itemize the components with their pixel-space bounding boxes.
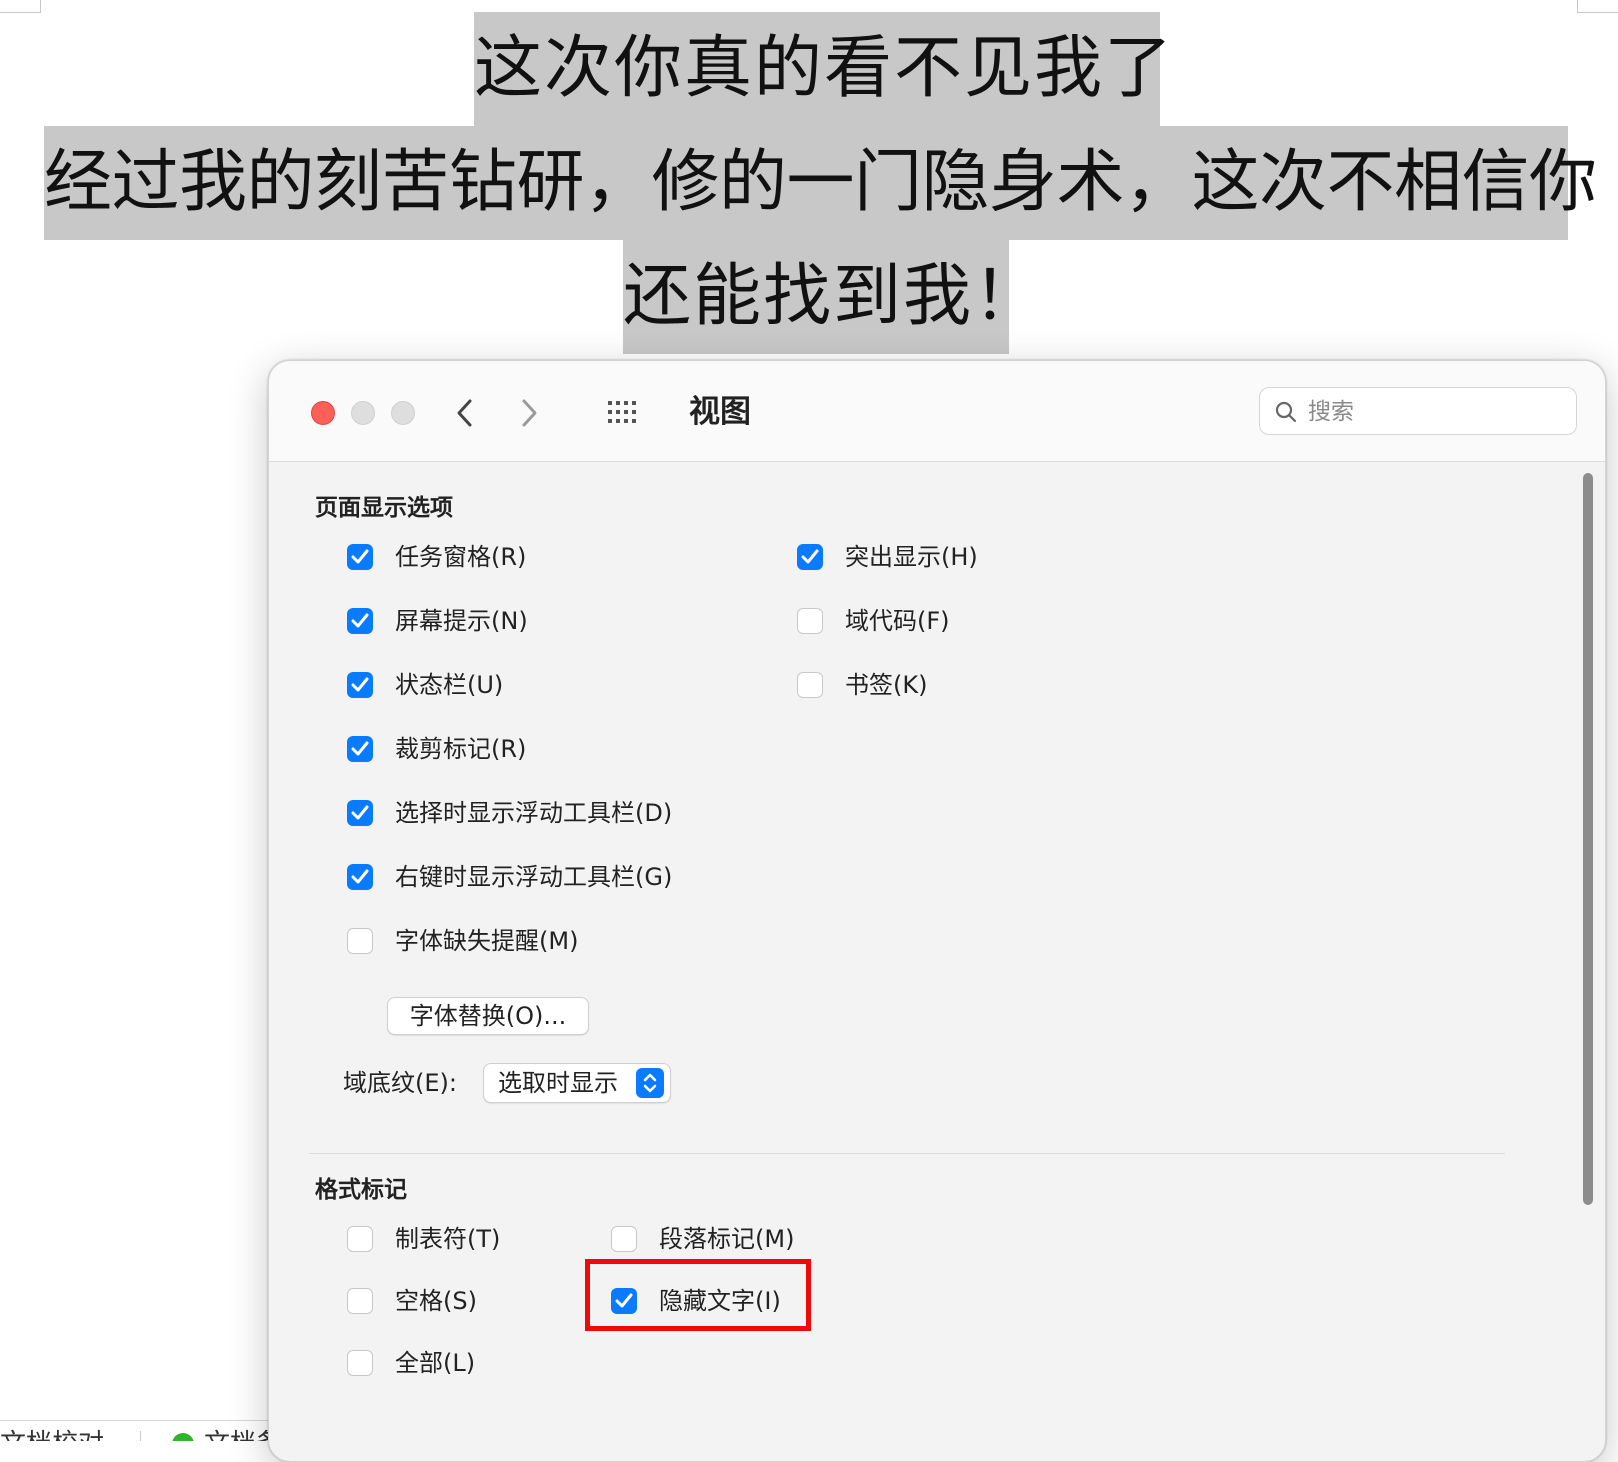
option-label: 裁剪标记(R)	[395, 735, 527, 763]
checkbox-unchecked[interactable]	[347, 928, 373, 954]
window-titlebar: 视图	[269, 361, 1605, 462]
document-text-line-2[interactable]: 经过我的刻苦钻研，修的一门隐身术，这次不相信你	[44, 126, 1597, 240]
checkbox-checked[interactable]	[347, 800, 373, 826]
grid-icon	[608, 401, 636, 423]
option-float-toolbar-on-select[interactable]: 选择时显示浮动工具栏(D)	[347, 797, 672, 829]
document-status-bar: 文档校对 文档备	[0, 1420, 300, 1441]
option-label: 空格(S)	[395, 1287, 477, 1315]
checkbox-unchecked[interactable]	[347, 1288, 373, 1314]
option-label: 书签(K)	[845, 671, 928, 699]
option-tab-characters[interactable]: 制表符(T)	[347, 1223, 500, 1255]
option-label: 右键时显示浮动工具栏(G)	[395, 863, 673, 891]
option-label: 突出显示(H)	[845, 543, 978, 571]
show-all-button[interactable]	[607, 399, 639, 425]
option-status-bar[interactable]: 状态栏(U)	[347, 669, 503, 701]
option-task-pane[interactable]: 任务窗格(R)	[347, 541, 526, 573]
vertical-scrollbar[interactable]	[1579, 469, 1597, 1457]
zoom-window-button[interactable]	[391, 401, 415, 425]
checkmark-icon	[351, 869, 369, 884]
option-paragraph-marks[interactable]: 段落标记(M)	[611, 1223, 794, 1255]
checkbox-unchecked[interactable]	[797, 608, 823, 634]
option-label: 全部(L)	[395, 1349, 476, 1377]
scrollbar-thumb[interactable]	[1583, 473, 1593, 1205]
option-spaces[interactable]: 空格(S)	[347, 1285, 477, 1317]
checkbox-checked[interactable]	[347, 672, 373, 698]
page-display-section-title: 页面显示选项	[315, 495, 453, 521]
field-shading-select[interactable]: 选取时显示	[483, 1063, 671, 1103]
search-input[interactable]	[1306, 394, 1560, 430]
option-screen-tips[interactable]: 屏幕提示(N)	[347, 605, 528, 637]
option-label: 任务窗格(R)	[395, 543, 527, 571]
updown-chevron-icon	[636, 1068, 664, 1098]
checkbox-unchecked[interactable]	[797, 672, 823, 698]
option-label: 制表符(T)	[395, 1225, 501, 1253]
font-replace-button[interactable]: 字体替换(O)...	[387, 997, 589, 1035]
checkbox-checked[interactable]	[347, 608, 373, 634]
checkmark-icon	[801, 549, 819, 564]
checkbox-unchecked[interactable]	[347, 1350, 373, 1376]
option-label: 状态栏(U)	[395, 671, 504, 699]
checkmark-icon	[351, 677, 369, 692]
option-missing-font-alert[interactable]: 字体缺失提醒(M)	[347, 925, 578, 957]
option-crop-marks[interactable]: 裁剪标记(R)	[347, 733, 526, 765]
option-label: 屏幕提示(N)	[395, 607, 528, 635]
option-highlight[interactable]: 突出显示(H)	[797, 541, 978, 573]
checkbox-checked[interactable]	[347, 864, 373, 890]
page-corner-mark-left	[0, 0, 41, 13]
option-float-toolbar-on-right-click[interactable]: 右键时显示浮动工具栏(G)	[347, 861, 672, 893]
window-title: 视图	[689, 394, 751, 430]
checkbox-checked[interactable]	[347, 544, 373, 570]
minimize-window-button[interactable]	[351, 401, 375, 425]
annotation-highlight-box	[585, 1259, 811, 1331]
chevron-left-icon	[457, 399, 472, 427]
document-text-line-3[interactable]: 还能找到我！	[623, 240, 1041, 354]
option-label: 段落标记(M)	[659, 1225, 795, 1253]
search-box[interactable]	[1259, 387, 1577, 435]
checkbox-unchecked[interactable]	[611, 1226, 637, 1252]
checkmark-icon	[351, 549, 369, 564]
option-label: 域代码(F)	[845, 607, 950, 635]
page-corner-mark-right	[1577, 0, 1618, 13]
checkmark-icon	[351, 613, 369, 628]
document-text-line-1[interactable]: 这次你真的看不见我了	[474, 12, 1172, 126]
view-preferences-window: 视图 页面显示选项 任务窗格(R) 屏幕提示(N) 状态栏(U) 裁剪标记(R)…	[268, 360, 1606, 1462]
back-button[interactable]	[445, 391, 485, 435]
section-divider	[309, 1153, 1505, 1154]
forward-button[interactable]	[509, 391, 549, 435]
option-field-codes[interactable]: 域代码(F)	[797, 605, 950, 637]
checkmark-icon	[351, 805, 369, 820]
option-label: 选择时显示浮动工具栏(D)	[395, 799, 673, 827]
checkbox-unchecked[interactable]	[347, 1226, 373, 1252]
field-shading-label: 域底纹(E):	[343, 1069, 457, 1097]
field-shading-value: 选取时显示	[498, 1069, 618, 1097]
search-icon	[1275, 401, 1297, 423]
checkmark-icon	[351, 741, 369, 756]
format-marks-section-title: 格式标记	[315, 1177, 407, 1203]
checkbox-checked[interactable]	[347, 736, 373, 762]
checkbox-checked[interactable]	[797, 544, 823, 570]
chevron-right-icon	[522, 399, 537, 427]
option-bookmarks[interactable]: 书签(K)	[797, 669, 927, 701]
close-window-button[interactable]	[311, 401, 335, 425]
option-all-marks[interactable]: 全部(L)	[347, 1347, 475, 1379]
option-label: 字体缺失提醒(M)	[395, 927, 579, 955]
